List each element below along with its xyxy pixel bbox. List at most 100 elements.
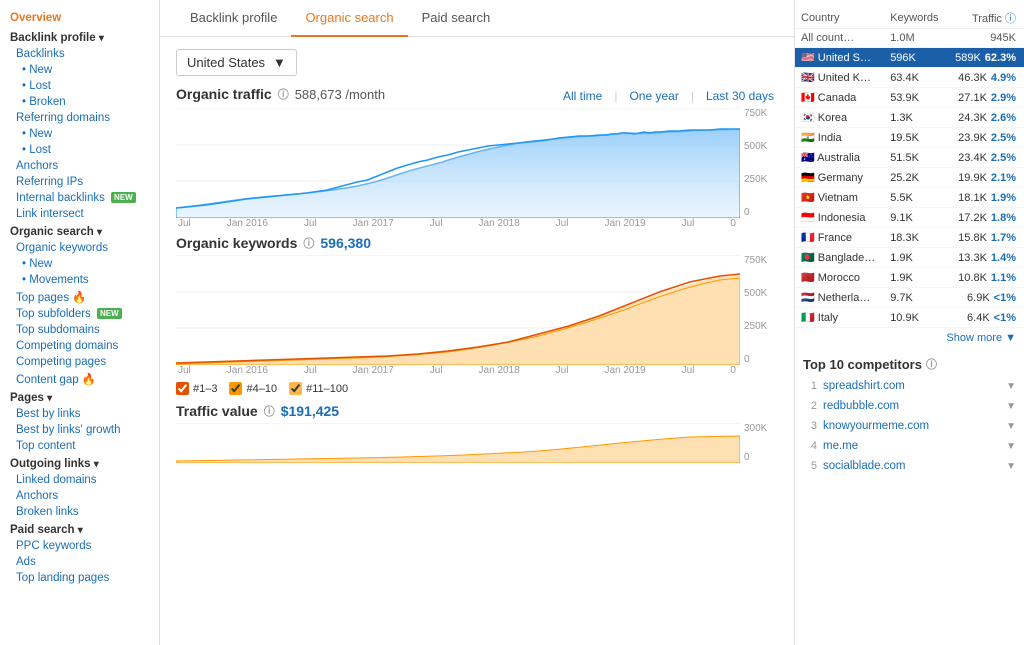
organic-keywords-info-icon[interactable]: ⓘ: [303, 235, 314, 251]
organic-traffic-chart-container: 750K 500K 250K 0 Jul Jan 2016 Jul Jan 20…: [176, 108, 778, 229]
sidebar-top-landing-pages[interactable]: Top landing pages: [0, 570, 159, 586]
country-name-cell: 🇨🇦 Canada: [795, 88, 884, 108]
chevron-down-icon[interactable]: ▼: [1006, 441, 1016, 452]
country-traffic-cell: 945K: [947, 29, 1024, 48]
sidebar-new-referring[interactable]: New: [0, 126, 159, 142]
country-flag: 🇲🇦: [801, 272, 815, 284]
country-keywords-cell: 10.9K: [884, 308, 946, 328]
sidebar-organic-keywords[interactable]: Organic keywords: [0, 240, 159, 256]
legend-11-100[interactable]: #11–100: [289, 382, 348, 395]
traffic-number: 945K: [990, 32, 1016, 44]
country-col-header: Country: [795, 8, 884, 29]
tab-bar: Backlink profile Organic search Paid sea…: [160, 0, 794, 37]
chevron-down-icon: ▼: [273, 55, 286, 70]
sidebar-outgoing-links[interactable]: Outgoing links ▾: [0, 454, 159, 472]
sidebar-outgoing-anchors[interactable]: Anchors: [0, 488, 159, 504]
sidebar-broken-backlinks[interactable]: Broken: [0, 94, 159, 110]
sidebar-lost-backlinks[interactable]: Lost: [0, 78, 159, 94]
sidebar-referring-domains[interactable]: Referring domains: [0, 110, 159, 126]
sidebar-movements[interactable]: Movements: [0, 272, 159, 288]
sidebar-best-by-links[interactable]: Best by links: [0, 406, 159, 422]
keywords-chart-y-axis: 750K 500K 250K 0: [740, 255, 778, 365]
sidebar-competing-domains[interactable]: Competing domains: [0, 338, 159, 354]
tab-organic-search[interactable]: Organic search: [291, 0, 407, 37]
sidebar-backlink-profile[interactable]: Backlink profile ▾: [0, 28, 159, 46]
chevron-down-icon[interactable]: ▼: [1006, 461, 1016, 472]
sidebar-referring-ips[interactable]: Referring IPs: [0, 174, 159, 190]
sidebar-competing-pages[interactable]: Competing pages: [0, 354, 159, 370]
sidebar-link-intersect[interactable]: Link intersect: [0, 206, 159, 222]
last-30-days-btn[interactable]: Last 30 days: [702, 87, 778, 105]
country-flag: 🇫🇷: [801, 232, 815, 244]
country-traffic-cell: 13.3K 1.4%: [947, 248, 1024, 268]
country-traffic-cell: 10.8K 1.1%: [947, 268, 1024, 288]
competitor-link[interactable]: spreadshirt.com: [823, 380, 1000, 392]
chevron-down-icon[interactable]: ▼: [1006, 421, 1016, 432]
competitor-link[interactable]: me.me: [823, 440, 1000, 452]
sidebar-lost-referring[interactable]: Lost: [0, 142, 159, 158]
sidebar-top-subfolders[interactable]: Top subfolders NEW: [0, 306, 159, 322]
sidebar-top-subdomains[interactable]: Top subdomains: [0, 322, 159, 338]
competitors-info-icon[interactable]: ⓘ: [926, 356, 937, 372]
legend-1-3[interactable]: #1–3: [176, 382, 217, 395]
traffic-number: 24.3K: [958, 112, 987, 124]
show-more-countries[interactable]: Show more ▼: [795, 328, 1024, 348]
sidebar-ads[interactable]: Ads: [0, 554, 159, 570]
country-dropdown[interactable]: United States ▼: [176, 49, 297, 76]
country-name-cell: 🇧🇩 Banglade…: [795, 248, 884, 268]
country-traffic-cell: 46.3K 4.9%: [947, 68, 1024, 88]
traffic-value-info-icon[interactable]: ⓘ: [264, 403, 275, 419]
sidebar-new-organic[interactable]: New: [0, 256, 159, 272]
sidebar-top-pages[interactable]: Top pages 🔥: [0, 288, 159, 306]
traffic-pct: 1.1%: [991, 272, 1016, 284]
legend-checkbox-11-100[interactable]: [289, 382, 302, 395]
sidebar-broken-links[interactable]: Broken links: [0, 504, 159, 520]
chevron-down-icon[interactable]: ▼: [1006, 401, 1016, 412]
chevron-down-icon[interactable]: ▼: [1006, 381, 1016, 392]
competitor-link[interactable]: knowyourmeme.com: [823, 420, 1000, 432]
competitor-link[interactable]: redbubble.com: [823, 400, 1000, 412]
sidebar-content-gap[interactable]: Content gap 🔥: [0, 370, 159, 388]
sidebar-best-by-links-growth[interactable]: Best by links' growth: [0, 422, 159, 438]
country-keywords-cell: 19.5K: [884, 128, 946, 148]
competitor-link[interactable]: socialblade.com: [823, 460, 1000, 472]
sidebar-new-backlinks[interactable]: New: [0, 62, 159, 78]
legend-4-10[interactable]: #4–10: [229, 382, 277, 395]
traffic-number: 589K: [955, 52, 981, 64]
tab-backlink-profile[interactable]: Backlink profile: [176, 0, 291, 37]
country-name-cell: 🇺🇸 United S…: [795, 48, 884, 68]
country-flag: 🇩🇪: [801, 172, 815, 184]
country-name-cell: 🇩🇪 Germany: [795, 168, 884, 188]
legend-checkbox-1-3[interactable]: [176, 382, 189, 395]
traffic-chart-x-axis: Jul Jan 2016 Jul Jan 2017 Jul Jan 2018 J…: [176, 218, 778, 229]
sidebar-internal-backlinks[interactable]: Internal backlinks NEW: [0, 190, 159, 206]
traffic-pct: 2.9%: [991, 92, 1016, 104]
traffic-number: 6.4K: [967, 312, 990, 324]
country-name-cell: 🇻🇳 Vietnam: [795, 188, 884, 208]
tab-paid-search[interactable]: Paid search: [408, 0, 505, 37]
sidebar-ppc-keywords[interactable]: PPC keywords: [0, 538, 159, 554]
traffic-chart-y-axis: 750K 500K 250K 0: [740, 108, 778, 218]
sidebar-anchors[interactable]: Anchors: [0, 158, 159, 174]
sidebar-linked-domains[interactable]: Linked domains: [0, 472, 159, 488]
sidebar-paid-search[interactable]: Paid search ▾: [0, 520, 159, 538]
traffic-pct: 2.6%: [991, 112, 1016, 124]
all-time-btn[interactable]: All time: [559, 87, 606, 105]
sidebar-overview[interactable]: Overview: [0, 8, 159, 28]
sidebar-backlinks[interactable]: Backlinks: [0, 46, 159, 62]
country-flag: 🇦🇺: [801, 152, 815, 164]
one-year-btn[interactable]: One year: [625, 87, 682, 105]
country-keywords-cell: 9.1K: [884, 208, 946, 228]
organic-traffic-info-icon[interactable]: ⓘ: [278, 86, 289, 102]
country-flag: 🇨🇦: [801, 92, 815, 104]
country-keywords-cell: 53.9K: [884, 88, 946, 108]
legend-checkbox-4-10[interactable]: [229, 382, 242, 395]
traffic-info-icon[interactable]: ⓘ: [1005, 13, 1016, 25]
sidebar-pages[interactable]: Pages ▾: [0, 388, 159, 406]
traffic-number: 27.1K: [958, 92, 987, 104]
country-name-cell: 🇦🇺 Australia: [795, 148, 884, 168]
country-name: Canada: [818, 92, 857, 104]
sidebar-organic-search[interactable]: Organic search ▾: [0, 222, 159, 240]
sidebar-top-content[interactable]: Top content: [0, 438, 159, 454]
country-traffic-cell: 15.8K 1.7%: [947, 228, 1024, 248]
